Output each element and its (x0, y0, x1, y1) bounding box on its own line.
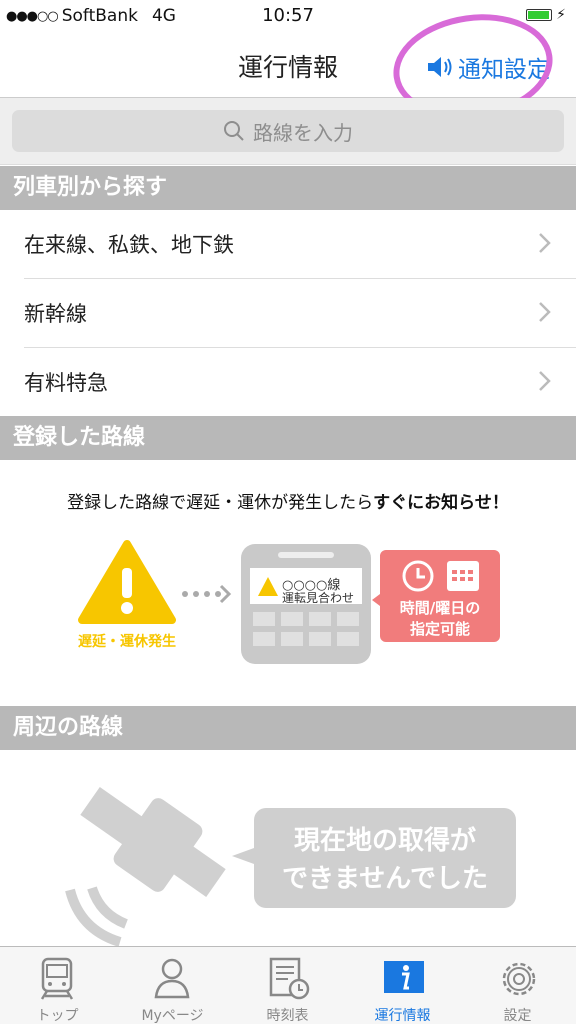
tab-label: 時刻表 (266, 1008, 309, 1024)
tab-top[interactable]: トップ (0, 947, 115, 1025)
tab-label: 設定 (503, 1008, 532, 1024)
chevron-right-icon (539, 371, 551, 391)
satellite-icon (80, 787, 226, 897)
charging-icon: ⚡ (556, 7, 566, 23)
message-suffix: ！ (491, 493, 509, 513)
train-icon (40, 957, 74, 1000)
schedule-line2: 指定可能 (409, 620, 470, 638)
calendar-icon (447, 561, 479, 591)
list-item-label: 有料特急 (24, 371, 108, 395)
route-search-input[interactable]: 路線を入力 (12, 110, 564, 152)
phone-line2: 運転見合わせ (282, 591, 355, 605)
section-header-by-train: 列車別から探す (0, 166, 576, 210)
registered-message: 登録した路線で遅延・運休が発生したらすぐにお知らせ！ (0, 488, 576, 513)
tab-bar: トップ Myページ 時刻表 運行情報 設定 (0, 946, 576, 1024)
list-item-limited-express[interactable]: 有料特急 (0, 348, 576, 416)
timetable-icon (269, 957, 310, 1000)
list-item-label: 在来線、私鉄、地下鉄 (24, 233, 234, 257)
location-error-line2: できませんでした (282, 864, 488, 894)
list-item-label: 新幹線 (24, 302, 87, 326)
warning-label: 遅延・運休発生 (78, 634, 176, 650)
search-icon (224, 121, 244, 141)
tab-label: トップ (36, 1008, 79, 1024)
tab-label: Myページ (141, 1008, 204, 1024)
section-title: 周辺の路線 (13, 715, 124, 740)
list-item-shinkansen[interactable]: 新幹線 (0, 279, 576, 347)
tab-mypage[interactable]: Myページ (115, 947, 230, 1025)
search-placeholder: 路線を入力 (253, 120, 353, 145)
location-error-line1: 現在地の取得が (293, 826, 476, 856)
gear-icon (502, 962, 536, 996)
message-prefix: 登録した路線で遅延・運休が発生したら (67, 493, 374, 513)
message-emphasis: すぐにお知らせ (373, 493, 492, 513)
tab-settings[interactable]: 設定 (460, 947, 575, 1025)
tab-timetable[interactable]: 時刻表 (230, 947, 345, 1025)
search-area: 路線を入力 (0, 98, 576, 165)
schedule-line1: 時間/曜日の (399, 599, 481, 617)
list-item-conventional[interactable]: 在来線、私鉄、地下鉄 (0, 210, 576, 278)
chevron-right-icon (539, 302, 551, 322)
status-right: ⚡ (526, 7, 566, 23)
tab-service-info[interactable]: 運行情報 (345, 947, 460, 1025)
section-header-nearby: 周辺の路線 (0, 706, 576, 750)
section-title: 登録した路線 (13, 425, 146, 450)
info-icon (384, 961, 424, 993)
battery-icon (526, 9, 553, 21)
person-icon (154, 958, 190, 999)
tab-label: 運行情報 (374, 1008, 431, 1024)
chevron-right-icon (539, 233, 551, 253)
section-header-registered: 登録した路線 (0, 416, 576, 460)
